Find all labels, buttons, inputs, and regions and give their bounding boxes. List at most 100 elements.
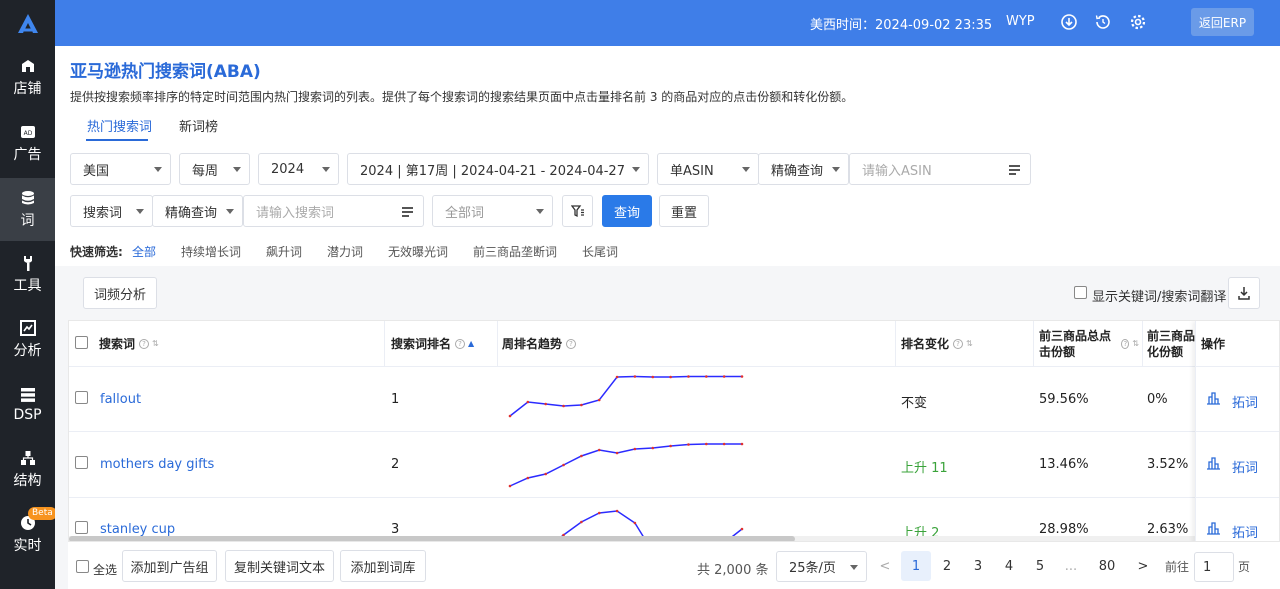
- quick-filter-long-tail[interactable]: 长尾词: [582, 243, 618, 260]
- help-icon[interactable]: ?: [566, 338, 577, 349]
- trend-point: [722, 375, 726, 378]
- next-page-button[interactable]: >: [1128, 551, 1158, 581]
- sidebar-item-tools[interactable]: 工具: [0, 243, 55, 306]
- history-icon[interactable]: [1094, 13, 1112, 31]
- term-type-select[interactable]: 搜索词: [70, 195, 153, 227]
- sort-icon[interactable]: ⇅: [152, 339, 159, 348]
- sort-icon[interactable]: ⇅: [966, 339, 973, 348]
- quick-filter-all[interactable]: 全部: [132, 243, 156, 260]
- row-divider: [1196, 431, 1279, 432]
- export-button[interactable]: [1228, 277, 1260, 309]
- sidebar-item-shop[interactable]: 店铺: [0, 46, 55, 109]
- download-icon[interactable]: [1060, 13, 1078, 31]
- row-divider: [1196, 497, 1279, 498]
- goto-page-input[interactable]: 1: [1194, 552, 1234, 582]
- copy-keywords-button[interactable]: 复制关键词文本: [225, 550, 334, 582]
- top3-conversion-share: 3.52%: [1147, 457, 1189, 472]
- batch-input-icon[interactable]: [1009, 165, 1020, 177]
- page-3-button[interactable]: 3: [963, 551, 993, 581]
- column-header-conv-share[interactable]: 前三商品化份额: [1147, 321, 1197, 366]
- asin-input[interactable]: 请输入ASIN: [849, 153, 1031, 185]
- gear-icon[interactable]: [1129, 13, 1147, 31]
- database-icon: [21, 190, 34, 204]
- search-term-link[interactable]: fallout: [100, 392, 141, 407]
- sidebar-item-ad[interactable]: AD 广告: [0, 112, 55, 175]
- row-checkbox[interactable]: [75, 456, 88, 469]
- page-80-button[interactable]: 80: [1092, 551, 1122, 581]
- asin-mode-select[interactable]: 单ASIN: [657, 153, 759, 185]
- page-ellipsis[interactable]: ...: [1056, 551, 1086, 581]
- sidebar-item-structure[interactable]: 结构: [0, 438, 55, 501]
- sort-icon[interactable]: ⇅: [1132, 336, 1139, 352]
- expand-keywords-link[interactable]: 拓词: [1232, 522, 1258, 541]
- sidebar-item-words[interactable]: 词: [0, 178, 55, 241]
- sidebar-item-realtime[interactable]: 实时 Beta: [0, 503, 57, 566]
- country-select[interactable]: 美国: [70, 153, 171, 185]
- query-button[interactable]: 查询: [602, 195, 652, 227]
- search-term-input[interactable]: 请输入搜索词: [243, 195, 424, 227]
- select-all-checkbox[interactable]: [76, 560, 89, 573]
- search-term-link[interactable]: mothers day gifts: [100, 457, 214, 472]
- bar-chart-icon[interactable]: [1206, 521, 1221, 535]
- row-checkbox[interactable]: [75, 391, 88, 404]
- period-select[interactable]: 每周: [179, 153, 250, 185]
- year-select[interactable]: 2024: [258, 153, 339, 185]
- main-content: 亚马逊热门搜索词(ABA) 提供按搜索频率排序的特定时间范围内热门搜索词的列表。…: [55, 46, 1280, 589]
- quick-filter-invalid-exposure[interactable]: 无效曝光词: [388, 243, 448, 260]
- batch-input-icon[interactable]: [402, 207, 413, 219]
- sidebar-item-dsp[interactable]: DSP: [0, 373, 55, 436]
- help-icon[interactable]: ?: [455, 338, 466, 349]
- sort-asc-icon[interactable]: ▲: [468, 339, 474, 348]
- row-divider: [69, 497, 1279, 498]
- week-select[interactable]: 2024 | 第17周 | 2024-04-21 - 2024-04-27: [347, 153, 649, 185]
- chevron-down-icon: [832, 167, 840, 172]
- bar-chart-icon[interactable]: [1206, 456, 1221, 470]
- translate-checkbox[interactable]: [1074, 286, 1087, 299]
- page-4-button[interactable]: 4: [994, 551, 1024, 581]
- page-size-select[interactable]: 25条/页: [776, 551, 867, 582]
- app-logo[interactable]: [0, 0, 55, 46]
- row-checkbox[interactable]: [75, 521, 88, 534]
- trend-point: [597, 511, 601, 515]
- quick-filter-soaring[interactable]: 飙升词: [266, 243, 302, 260]
- column-header-term[interactable]: 搜索词? ⇅: [99, 321, 159, 366]
- sidebar-item-analysis[interactable]: 分析: [0, 308, 55, 371]
- column-header-rank-change[interactable]: 排名变化? ⇅: [901, 321, 973, 366]
- expand-keywords-link[interactable]: 拓词: [1232, 392, 1258, 411]
- advanced-filter-button[interactable]: [562, 195, 593, 227]
- top3-conversion-share: 0%: [1147, 392, 1168, 407]
- select-all-rows-checkbox[interactable]: [75, 336, 88, 349]
- prev-page-button[interactable]: <: [870, 551, 900, 581]
- quick-filter-potential[interactable]: 潜力词: [327, 243, 363, 260]
- term-category-select[interactable]: 全部词: [432, 195, 553, 227]
- add-to-word-library-button[interactable]: 添加到词库: [340, 550, 426, 582]
- page-2-button[interactable]: 2: [932, 551, 962, 581]
- reset-button[interactable]: 重置: [659, 195, 709, 227]
- page-1-button[interactable]: 1: [901, 551, 931, 581]
- help-icon[interactable]: ?: [1121, 338, 1130, 349]
- chevron-down-icon: [226, 209, 234, 214]
- page-5-button[interactable]: 5: [1025, 551, 1055, 581]
- help-icon[interactable]: ?: [953, 338, 964, 349]
- tab-new-terms[interactable]: 新词榜: [179, 116, 218, 135]
- column-header-click-share[interactable]: 前三商品总点击份额? ⇅: [1039, 321, 1139, 366]
- user-name[interactable]: WYP: [1006, 14, 1035, 29]
- back-to-erp-button[interactable]: 返回ERP: [1191, 8, 1254, 36]
- help-icon[interactable]: ?: [139, 338, 150, 349]
- chevron-down-icon: [154, 167, 162, 172]
- tab-hot-terms[interactable]: 热门搜索词: [87, 116, 152, 135]
- rank-change: 上升 11: [901, 461, 948, 476]
- asin-match-select[interactable]: 精确查询: [758, 153, 849, 185]
- sidebar-item-label: 广告: [13, 146, 42, 163]
- bar-chart-icon[interactable]: [1206, 391, 1221, 405]
- chevron-down-icon: [742, 167, 750, 172]
- trend-line: [509, 443, 742, 487]
- quick-filter-growing[interactable]: 持续增长词: [181, 243, 241, 260]
- expand-keywords-link[interactable]: 拓词: [1232, 457, 1258, 476]
- quick-filter-top3-monopoly[interactable]: 前三商品垄断词: [473, 243, 557, 260]
- word-frequency-button[interactable]: 词频分析: [83, 277, 157, 309]
- term-match-select[interactable]: 精确查询: [152, 195, 243, 227]
- column-header-rank[interactable]: 搜索词排名? ▲: [391, 321, 474, 366]
- search-term-link[interactable]: stanley cup: [100, 522, 175, 537]
- add-to-ad-group-button[interactable]: 添加到广告组: [122, 550, 217, 582]
